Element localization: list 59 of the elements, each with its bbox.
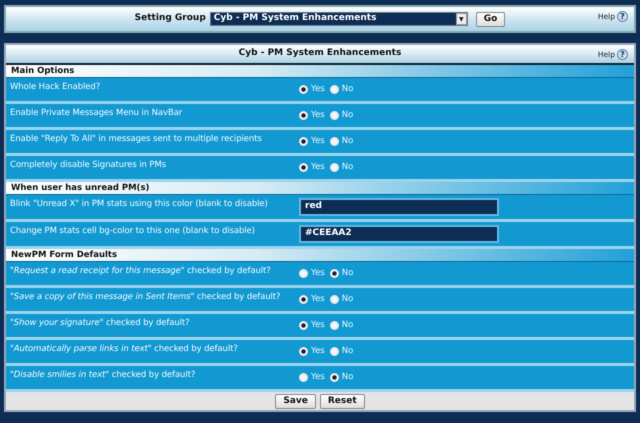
section-header: When user has unread PM(s) [6, 182, 634, 195]
setting-label: "Save a copy of this message in Sent Items" checked by default? [9, 291, 282, 304]
radio-icon[interactable] [299, 373, 308, 382]
setting-label: Blink "Unread X" in PM stats using this color (blank to disable) [9, 198, 269, 211]
radio-option[interactable]: No [330, 83, 354, 96]
radio-icon[interactable] [299, 269, 308, 278]
setting-label: "Request a read receipt for this message" checked by default? [9, 265, 272, 278]
section-header: NewPM Form Defaults [6, 249, 634, 262]
text-input[interactable]: red [299, 198, 499, 216]
radio-icon[interactable] [330, 295, 339, 304]
radio-option[interactable]: Yes [299, 345, 325, 358]
radio-icon[interactable] [330, 137, 339, 146]
radio-option[interactable]: No [330, 135, 354, 148]
save-button[interactable]: Save [275, 394, 316, 408]
setting-label: "Automatically parse links in text" checked by default? [9, 343, 239, 356]
radio-option[interactable]: No [330, 371, 354, 384]
radio-icon[interactable] [299, 347, 308, 356]
radio-option[interactable]: No [330, 345, 354, 358]
radio-icon[interactable] [330, 269, 339, 278]
radio-option[interactable]: Yes [299, 83, 325, 96]
radio-option[interactable]: Yes [299, 371, 325, 384]
radio-icon[interactable] [330, 111, 339, 120]
radio-option[interactable]: No [330, 161, 354, 174]
radio-option[interactable]: Yes [299, 267, 325, 280]
setting-label: Enable "Reply To All" in messages sent to multiple recipients [9, 133, 263, 146]
radio-option[interactable]: No [330, 267, 354, 280]
setting-label: Enable Private Messages Menu in NavBar [9, 107, 184, 120]
radio-icon[interactable] [330, 321, 339, 330]
setting-label: Whole Hack Enabled? [9, 81, 102, 94]
radio-icon[interactable] [299, 85, 308, 94]
radio-icon[interactable] [299, 137, 308, 146]
setting-label: "Disable smilies in text" checked by default? [9, 369, 196, 382]
radio-option[interactable]: No [330, 109, 354, 122]
setting-group-label: Setting Group [134, 12, 206, 26]
help-icon[interactable]: ? [617, 11, 628, 22]
radio-option[interactable]: Yes [299, 161, 325, 174]
radio-option[interactable]: Yes [299, 319, 325, 332]
setting-label: Change PM stats cell bg-color to this one (blank to disable) [9, 225, 256, 238]
section-header: Main Options [6, 65, 634, 78]
radio-option[interactable]: Yes [299, 109, 325, 122]
go-button[interactable]: Go [476, 12, 506, 26]
radio-icon[interactable] [330, 85, 339, 94]
radio-option[interactable]: Yes [299, 293, 325, 306]
reset-button[interactable]: Reset [320, 394, 365, 408]
panel-title: Cyb - PM System Enhancements [238, 47, 402, 60]
radio-icon[interactable] [299, 111, 308, 120]
text-input[interactable]: #CEEAA2 [299, 225, 499, 243]
radio-option[interactable]: No [330, 293, 354, 306]
setting-label: Completely disable Signatures in PMs [9, 159, 168, 172]
radio-icon[interactable] [299, 321, 308, 330]
radio-icon[interactable] [330, 373, 339, 382]
radio-icon[interactable] [299, 295, 308, 304]
radio-icon[interactable] [330, 163, 339, 172]
radio-icon[interactable] [330, 347, 339, 356]
radio-option[interactable]: No [330, 319, 354, 332]
radio-option[interactable]: Yes [299, 135, 325, 148]
setting-label: "Show your signature" checked by default? [9, 317, 191, 330]
radio-icon[interactable] [299, 163, 308, 172]
help-icon[interactable]: ? [617, 49, 628, 60]
